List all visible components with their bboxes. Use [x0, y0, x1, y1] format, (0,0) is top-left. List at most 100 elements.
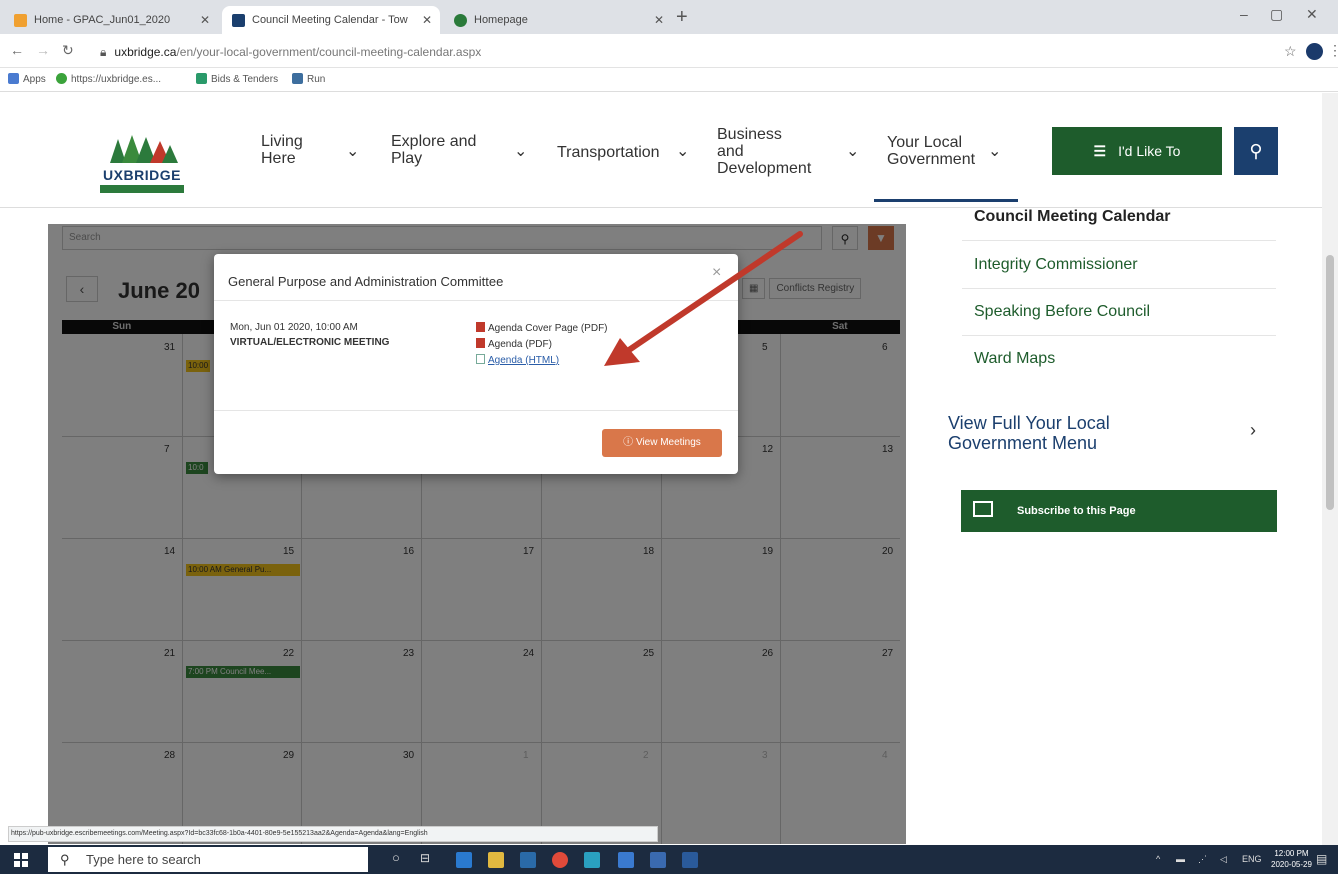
- reload-icon[interactable]: ↻: [62, 42, 74, 59]
- link-status-bar: https://pub-uxbridge.escribemeetings.com…: [8, 826, 658, 842]
- nav-living-here[interactable]: Living Here: [261, 133, 303, 167]
- divider: [962, 240, 1276, 241]
- minimize-icon[interactable]: –: [1240, 6, 1248, 22]
- divider: [962, 288, 1276, 289]
- page-scrollbar[interactable]: [1322, 93, 1338, 845]
- tab-title: Home - GPAC_Jun01_2020: [34, 14, 171, 26]
- address-bar-row: ← → ↻ 🔒︎ uxbridge.ca/en/your-local-govern…: [0, 34, 1338, 68]
- app-icon[interactable]: [682, 852, 698, 868]
- file-explorer-icon[interactable]: [488, 852, 504, 868]
- edge-icon[interactable]: [456, 852, 472, 868]
- bookmark-label: Apps: [23, 74, 46, 85]
- new-tab-icon[interactable]: +: [676, 6, 688, 29]
- network-icon[interactable]: ⋰: [1198, 854, 1207, 865]
- meeting-date: Mon, Jun 01 2020, 10:00 AM: [230, 322, 358, 333]
- scrollbar-thumb[interactable]: [1326, 255, 1334, 510]
- sidebar-item-council-meeting-calendar[interactable]: Council Meeting Calendar: [974, 208, 1170, 226]
- logo-bar: [100, 185, 184, 193]
- tab-title: Council Meeting Calendar - Tow: [252, 14, 408, 26]
- id-like-to-label: I'd Like To: [1118, 143, 1181, 159]
- sidebar-item-speaking-before-council[interactable]: Speaking Before Council: [974, 303, 1150, 321]
- volume-icon[interactable]: ◁: [1220, 854, 1227, 865]
- browser-tab-strip: Home - GPAC_Jun01_2020 ✕ Council Meeting…: [0, 0, 1338, 34]
- chevron-down-icon[interactable]: ⌄: [676, 141, 689, 161]
- chevron-down-icon[interactable]: ⌄: [846, 141, 859, 161]
- notifications-icon[interactable]: ▤: [1316, 852, 1327, 866]
- close-icon[interactable]: ×: [712, 264, 721, 282]
- view-full-menu-link[interactable]: View Full Your Local Government Menu: [948, 413, 1110, 453]
- bookmark-item[interactable]: Run: [292, 73, 325, 85]
- tab-favicon-icon: [232, 14, 245, 27]
- tab-close-icon[interactable]: ✕: [200, 6, 210, 34]
- link-label: Agenda Cover Page (PDF): [488, 323, 608, 334]
- modal-title: General Purpose and Administration Commi…: [228, 274, 504, 289]
- task-view-icon[interactable]: ⊟: [420, 851, 430, 865]
- search-icon: ⚲: [1249, 141, 1263, 161]
- sidebar-item-integrity-commissioner[interactable]: Integrity Commissioner: [974, 256, 1138, 274]
- nav-your-local-government[interactable]: Your Local Government: [887, 134, 975, 168]
- bookmark-apps[interactable]: Apps: [8, 73, 46, 85]
- tray-chevron-icon[interactable]: ^: [1156, 854, 1160, 864]
- windows-taskbar: ⚲ Type here to search ○ ⊟ ^ ▬ ⋰ ◁ ENG 12…: [0, 845, 1338, 874]
- envelope-icon: [973, 501, 993, 517]
- taskbar-search-placeholder: Type here to search: [86, 852, 201, 867]
- divider: [962, 335, 1276, 336]
- bookmarks-bar: Apps https://uxbridge.es... Bids & Tende…: [0, 68, 1338, 92]
- link-label: Agenda (PDF): [488, 339, 552, 350]
- tab-close-icon[interactable]: ✕: [654, 6, 664, 34]
- tab-title: Homepage: [474, 14, 528, 26]
- cortana-icon[interactable]: ○: [392, 850, 400, 865]
- taskbar-search-input[interactable]: ⚲ Type here to search: [48, 847, 368, 872]
- agenda-pdf-link[interactable]: Agenda (PDF): [476, 338, 552, 350]
- chevron-down-icon[interactable]: ⌄: [514, 141, 527, 161]
- id-like-to-button[interactable]: ☰ I'd Like To: [1052, 127, 1222, 175]
- windows-start-icon[interactable]: [14, 853, 28, 867]
- nav-explore-and-play[interactable]: Explore and Play: [391, 133, 476, 167]
- browser-tab[interactable]: Home - GPAC_Jun01_2020 ✕: [4, 6, 218, 34]
- url-field[interactable]: 🔒︎ uxbridge.ca/en/your-local-government/c…: [100, 41, 1240, 63]
- battery-icon[interactable]: ▬: [1176, 854, 1185, 864]
- app-icon[interactable]: [618, 852, 634, 868]
- tab-favicon-icon: [14, 14, 27, 27]
- bookmark-item[interactable]: https://uxbridge.es...: [56, 73, 161, 85]
- agenda-html-link[interactable]: Agenda (HTML): [476, 354, 559, 366]
- app-icon[interactable]: [650, 852, 666, 868]
- html-icon: [476, 354, 485, 364]
- bookmark-favicon-icon: [196, 73, 207, 84]
- chevron-down-icon[interactable]: ⌄: [346, 141, 359, 161]
- tab-close-icon[interactable]: ✕: [422, 6, 432, 34]
- browser-tab-active[interactable]: Council Meeting Calendar - Tow ✕: [222, 6, 440, 34]
- site-search-button[interactable]: ⚲: [1234, 127, 1278, 175]
- divider: [214, 410, 738, 411]
- uxbridge-logo[interactable]: UXBRIDGE: [96, 133, 188, 199]
- clock-date: 2020-05-29: [1271, 860, 1312, 869]
- forward-icon[interactable]: →: [36, 42, 50, 58]
- chevron-right-icon[interactable]: ›: [1250, 420, 1256, 441]
- apps-grid-icon: [8, 73, 19, 84]
- nav-business-and-development[interactable]: Business and Development: [717, 126, 811, 177]
- profile-avatar[interactable]: [1306, 43, 1323, 60]
- close-window-icon[interactable]: ✕: [1306, 6, 1318, 23]
- agenda-cover-page-link[interactable]: Agenda Cover Page (PDF): [476, 322, 608, 334]
- sidebar-item-ward-maps[interactable]: Ward Maps: [974, 350, 1055, 368]
- input-language[interactable]: ENG: [1242, 854, 1262, 864]
- back-icon[interactable]: ←: [10, 42, 24, 58]
- taskbar-clock[interactable]: 12:00 PM 2020-05-29: [1271, 848, 1312, 870]
- bookmark-label: https://uxbridge.es...: [71, 74, 162, 85]
- subscribe-button[interactable]: Subscribe to this Page: [961, 490, 1277, 532]
- browser-tab[interactable]: Homepage ✕: [444, 6, 672, 34]
- outlook-icon[interactable]: [520, 852, 536, 868]
- app-icon[interactable]: [584, 852, 600, 868]
- chevron-down-icon[interactable]: ⌄: [988, 141, 1001, 161]
- meeting-location: VIRTUAL/ELECTRONIC MEETING: [230, 337, 390, 348]
- chrome-icon[interactable]: [552, 852, 568, 868]
- view-meetings-button[interactable]: ⓘ View Meetings: [602, 429, 722, 457]
- logo-wordmark: UXBRIDGE: [103, 167, 181, 183]
- nav-transportation[interactable]: Transportation: [557, 144, 660, 161]
- browser-menu-icon[interactable]: ⋮: [1328, 42, 1338, 59]
- bookmark-item[interactable]: Bids & Tenders: [196, 73, 278, 85]
- tab-favicon-icon: [454, 14, 467, 27]
- bookmark-star-icon[interactable]: ☆: [1284, 43, 1297, 60]
- maximize-icon[interactable]: ▢: [1270, 6, 1283, 23]
- subscribe-label: Subscribe to this Page: [1017, 505, 1136, 517]
